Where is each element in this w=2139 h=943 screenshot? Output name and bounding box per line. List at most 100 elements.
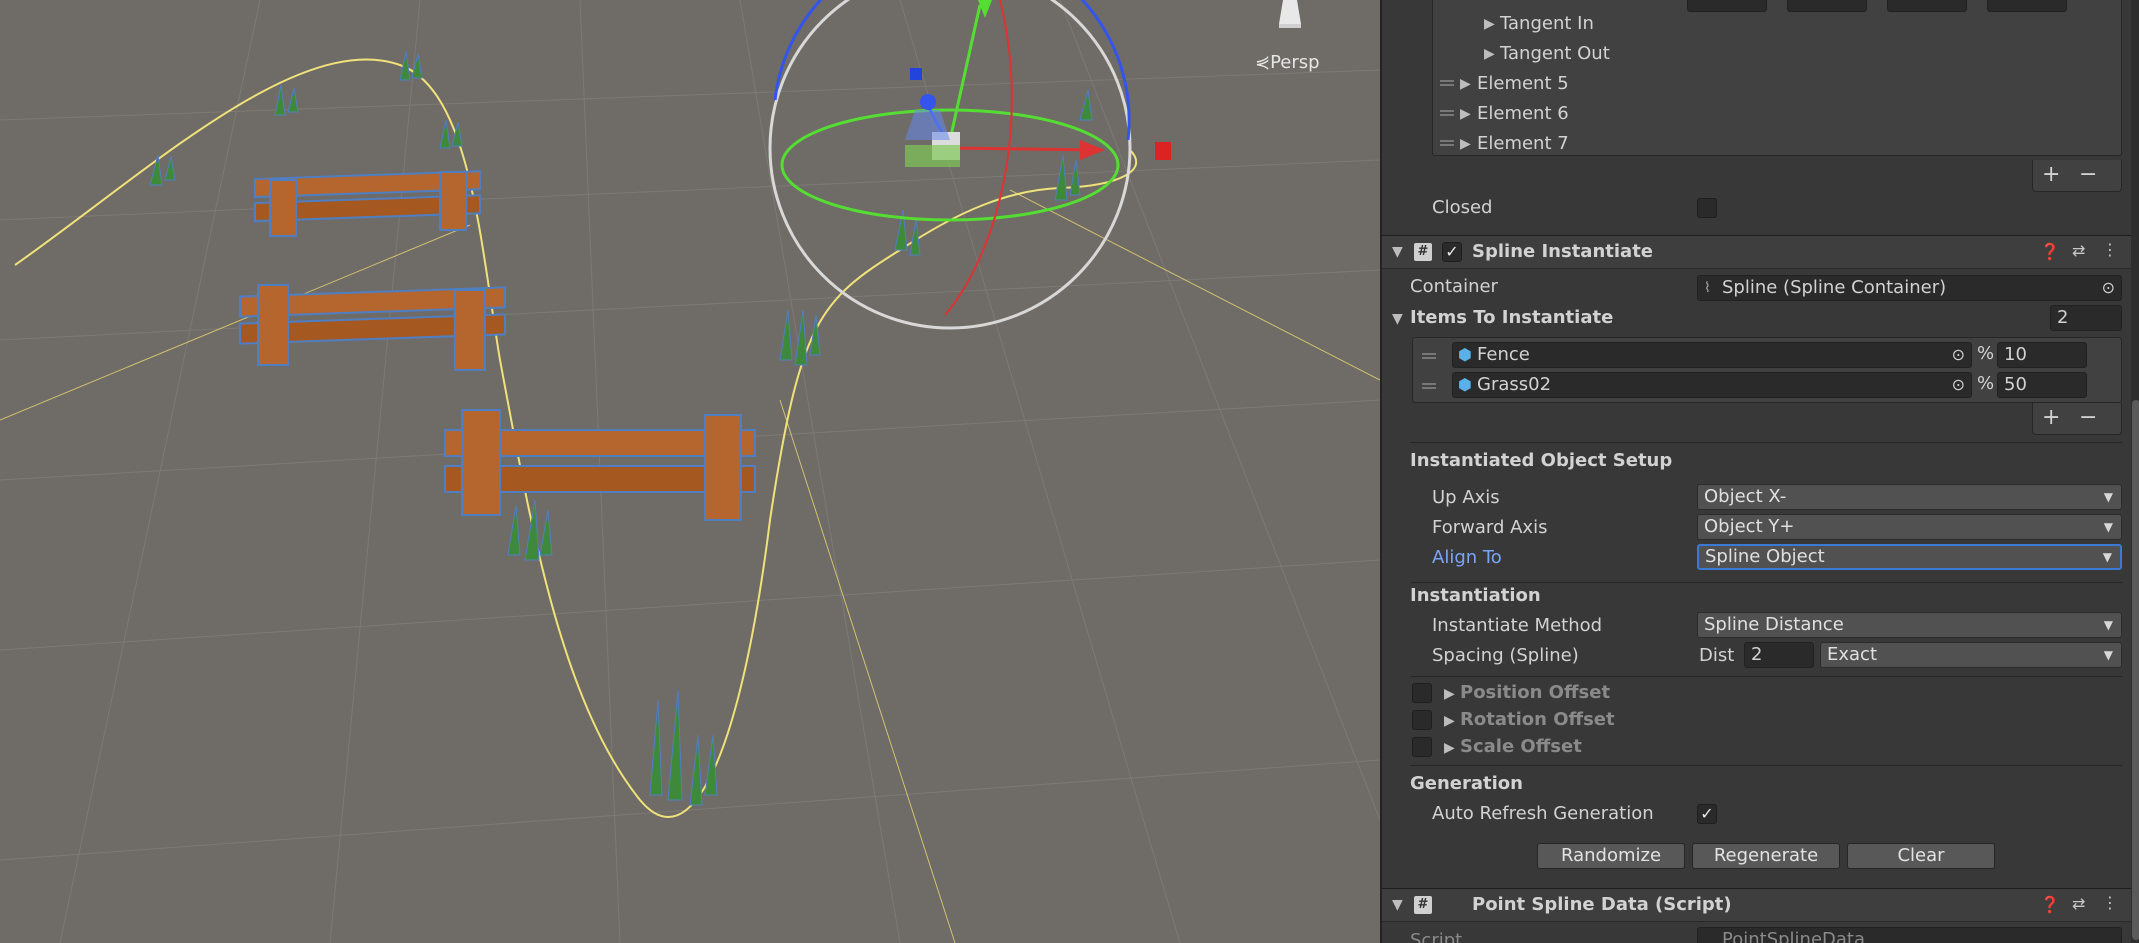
collapse-icon[interactable]: ▼: [1392, 897, 1403, 913]
align-to-dropdown[interactable]: Spline Object ▼: [1697, 544, 2122, 570]
drag-handle-icon[interactable]: [1440, 80, 1454, 86]
item-fence-percent[interactable]: 10: [1997, 342, 2087, 368]
prefab-cube-icon: ⬢: [1458, 345, 1472, 364]
divider: [1410, 676, 2122, 677]
rotation-offset-expand-icon[interactable]: ▶: [1444, 713, 1455, 729]
item-grass-field[interactable]: ⬢ Grass02 ⊙: [1452, 372, 1972, 398]
element-7[interactable]: Element 7: [1477, 133, 1569, 154]
remove-item-button[interactable]: −: [2079, 405, 2097, 430]
items-label[interactable]: Items To Instantiate: [1410, 307, 1613, 328]
divider: [1410, 765, 2122, 766]
item-fence-name: Fence: [1477, 344, 1530, 365]
rotation-offset-checkbox[interactable]: [1412, 710, 1432, 730]
up-axis-dropdown[interactable]: Object X- ▼: [1697, 484, 2122, 510]
more-menu-icon[interactable]: ⋮: [2102, 240, 2118, 259]
container-label: Container: [1410, 276, 1498, 297]
help-icon[interactable]: ❓: [2040, 242, 2060, 261]
tangent-out-expand-icon[interactable]: ▶: [1484, 46, 1495, 62]
component-enabled-checkbox[interactable]: ✓: [1442, 242, 1462, 262]
element-7-expand-icon[interactable]: ▶: [1460, 136, 1471, 152]
scale-offset-label[interactable]: Scale Offset: [1460, 736, 1582, 757]
method-value: Spline Distance: [1704, 614, 1844, 635]
items-count-field[interactable]: 2: [2050, 305, 2122, 331]
spacing-mode-dropdown[interactable]: Exact ▼: [1820, 642, 2122, 668]
drag-handle-icon[interactable]: [1422, 383, 1436, 389]
dist-field[interactable]: 2: [1744, 642, 1814, 668]
drag-handle-icon[interactable]: [1422, 353, 1436, 359]
scale-offset-checkbox[interactable]: [1412, 737, 1432, 757]
item-grass-percent[interactable]: 50: [1997, 372, 2087, 398]
script-icon: #: [1414, 896, 1432, 914]
method-dropdown[interactable]: Spline Distance ▼: [1697, 612, 2122, 638]
chevron-down-icon: ▼: [2103, 618, 2113, 632]
script-value: PointSplineData: [1722, 929, 1866, 943]
closed-checkbox[interactable]: [1697, 198, 1717, 218]
projection-toggle[interactable]: ⋞Persp: [1255, 52, 1320, 73]
container-value: Spline (Spline Container): [1722, 277, 1947, 298]
setup-header: Instantiated Object Setup: [1410, 450, 1673, 471]
add-element-button[interactable]: +: [2042, 162, 2060, 187]
presets-icon[interactable]: ⇄: [2072, 241, 2085, 260]
items-expand-icon[interactable]: ▼: [1392, 311, 1403, 327]
remove-element-button[interactable]: −: [2079, 162, 2097, 187]
spline-instantiate-header[interactable]: ▼ # ✓ Spline Instantiate ❓ ⇄ ⋮: [1382, 235, 2131, 269]
position-offset-expand-icon[interactable]: ▶: [1444, 686, 1455, 702]
tangent-out-label[interactable]: Tangent Out: [1500, 43, 1610, 64]
help-icon[interactable]: ❓: [2040, 895, 2060, 914]
forward-axis-dropdown[interactable]: Object Y+ ▼: [1697, 514, 2122, 540]
up-axis-value: Object X-: [1704, 486, 1787, 507]
rotation-w-field[interactable]: [1987, 0, 2067, 12]
object-picker-icon[interactable]: ⊙: [1952, 373, 1965, 397]
randomize-button[interactable]: Randomize: [1537, 843, 1685, 869]
method-label: Instantiate Method: [1432, 615, 1603, 636]
container-field[interactable]: ⌇ Spline (Spline Container) ⊙: [1697, 275, 2122, 301]
inspector-panel: ▶ Tangent In ▶ Tangent Out ▶ Element 5 ▶…: [1380, 0, 2139, 943]
item-grass-name: Grass02: [1477, 374, 1552, 395]
more-menu-icon[interactable]: ⋮: [2102, 893, 2118, 912]
add-item-button[interactable]: +: [2042, 405, 2060, 430]
position-offset-label[interactable]: Position Offset: [1460, 682, 1610, 703]
transform-gizmo[interactable]: [768, 0, 1171, 330]
fence-instance-3[interactable]: [444, 409, 756, 521]
scale-offset-expand-icon[interactable]: ▶: [1444, 740, 1455, 756]
auto-refresh-checkbox[interactable]: ✓: [1697, 804, 1717, 824]
clear-button[interactable]: Clear: [1847, 843, 1995, 869]
object-picker-icon[interactable]: ⊙: [2102, 276, 2115, 300]
tangent-in-expand-icon[interactable]: ▶: [1484, 16, 1495, 32]
chevron-down-icon: ▼: [2103, 520, 2113, 534]
rotation-y-field[interactable]: [1787, 0, 1867, 12]
rotation-offset-label[interactable]: Rotation Offset: [1460, 709, 1615, 730]
point-spline-data-header[interactable]: ▼ # Point Spline Data (Script) ❓ ⇄ ⋮: [1382, 888, 2131, 922]
fence-instance-1[interactable]: [254, 170, 481, 237]
scene-canvas[interactable]: [0, 0, 1380, 943]
inspector-scrollbar[interactable]: [2131, 0, 2139, 943]
element-5-expand-icon[interactable]: ▶: [1460, 76, 1471, 92]
position-offset-checkbox[interactable]: [1412, 683, 1432, 703]
fence-instance-2[interactable]: [239, 284, 506, 371]
component-title: Point Spline Data (Script): [1472, 894, 1732, 915]
dist-label: Dist: [1699, 645, 1735, 666]
rotation-x-field[interactable]: [1687, 0, 1767, 12]
component-title: Spline Instantiate: [1472, 241, 1654, 262]
presets-icon[interactable]: ⇄: [2072, 894, 2085, 913]
drag-handle-icon[interactable]: [1440, 110, 1454, 116]
script-icon: #: [1414, 243, 1432, 261]
scrollbar-thumb[interactable]: [2132, 400, 2139, 940]
tangent-in-label[interactable]: Tangent In: [1500, 13, 1594, 34]
element-6[interactable]: Element 6: [1477, 103, 1569, 124]
regenerate-button[interactable]: Regenerate: [1692, 843, 1840, 869]
drag-handle-icon[interactable]: [1440, 140, 1454, 146]
element-6-expand-icon[interactable]: ▶: [1460, 106, 1471, 122]
rotation-z-field[interactable]: [1887, 0, 1967, 12]
element-5[interactable]: Element 5: [1477, 73, 1569, 94]
forward-axis-value: Object Y+: [1704, 516, 1795, 537]
divider: [1410, 582, 2122, 583]
up-axis-label: Up Axis: [1432, 487, 1500, 508]
collapse-icon[interactable]: ▼: [1392, 244, 1403, 260]
script-field: PointSplineData: [1697, 927, 2122, 943]
percent-sign: %: [1977, 373, 1995, 394]
scene-view[interactable]: ⋞Persp: [0, 0, 1380, 943]
object-picker-icon[interactable]: ⊙: [1952, 343, 1965, 367]
spline-container-icon: ⌇: [1704, 280, 1711, 296]
item-fence-field[interactable]: ⬢ Fence ⊙: [1452, 342, 1972, 368]
